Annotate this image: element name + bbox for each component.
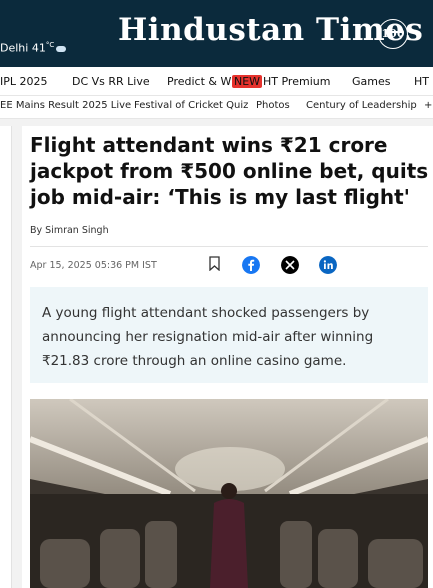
airplane-cabin-image	[30, 399, 428, 588]
bookmark-icon[interactable]	[209, 256, 220, 271]
divider	[30, 246, 428, 247]
facebook-icon[interactable]	[242, 256, 260, 274]
weather-temp: 41	[31, 41, 46, 55]
article-date: Apr 15, 2025 05:36 PM IST	[30, 260, 157, 271]
weather-widget[interactable]: Delhi 41°C	[0, 41, 67, 55]
nav-item-ht-p[interactable]: HT P	[414, 75, 433, 88]
nav-item-ipl[interactable]: IPL 2025	[0, 75, 48, 88]
nav-item-games[interactable]: Games	[352, 75, 390, 88]
nav-item-century[interactable]: Century of Leadership	[306, 100, 417, 111]
weather-city: Delhi	[0, 41, 29, 55]
secondary-nav: EE Mains Result 2025 Live Festival of Cr…	[0, 96, 433, 119]
nav-item-dc-vs-rr[interactable]: DC Vs RR Live	[72, 75, 150, 88]
left-rail	[0, 126, 12, 588]
article-headline: Flight attendant wins ₹21 crore jackpot …	[30, 133, 429, 209]
cloud-icon	[56, 45, 67, 52]
centenary-badge: 100	[378, 19, 408, 49]
article-hero-image[interactable]	[30, 399, 428, 588]
nav-more[interactable]: +	[424, 100, 432, 111]
article-summary: A young flight attendant shocked passeng…	[42, 305, 374, 369]
primary-nav: IPL 2025 DC Vs RR Live Predict & Win NEW…	[0, 67, 433, 96]
weather-unit: °C	[45, 41, 55, 49]
nav-item-predict-win[interactable]: Predict & Win	[167, 75, 241, 88]
x-icon[interactable]	[281, 256, 299, 274]
site-header: Delhi 41°C Hindustan Times 100	[0, 0, 433, 67]
nav-item-cricket-quiz[interactable]: Festival of Cricket Quiz	[134, 100, 248, 111]
article-byline[interactable]: By Simran Singh	[30, 225, 109, 236]
article-summary-box: A young flight attendant shocked passeng…	[30, 287, 428, 383]
nav-item-photos[interactable]: Photos	[256, 100, 290, 111]
nav-item-ht-premium[interactable]: HT Premium	[263, 75, 330, 88]
new-badge: NEW	[232, 75, 263, 88]
linkedin-icon[interactable]	[319, 256, 337, 274]
nav-item-jee-result[interactable]: EE Mains Result 2025 Live	[0, 100, 131, 111]
